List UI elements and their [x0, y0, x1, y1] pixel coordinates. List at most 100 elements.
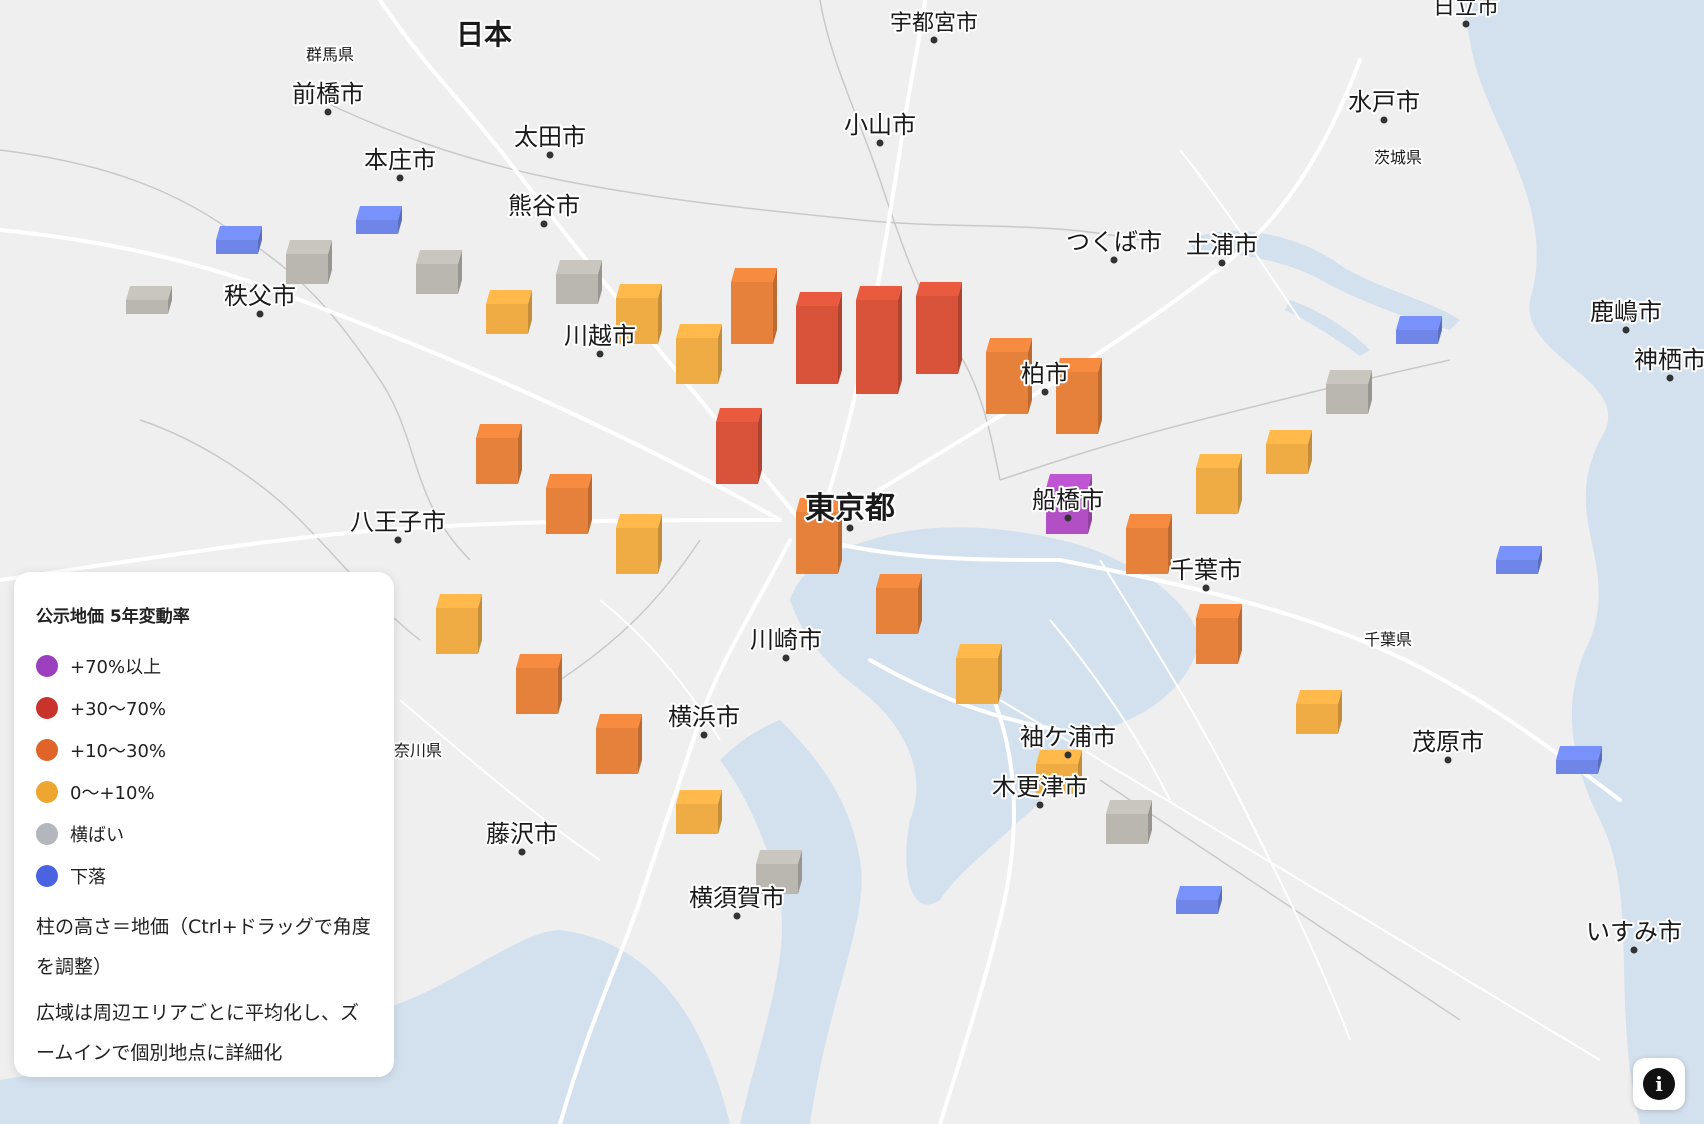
city-marker	[396, 174, 404, 182]
city-marker	[846, 524, 854, 532]
info-button[interactable]: i	[1633, 1058, 1685, 1110]
legend-item-plus10-30: +10〜30%	[36, 729, 372, 771]
price-column	[1326, 370, 1372, 414]
legend-item-plus70: +70%以上	[36, 645, 372, 687]
city-label: 横浜市	[668, 703, 740, 731]
price-column	[596, 714, 642, 774]
price-column	[716, 408, 762, 484]
price-column	[956, 644, 1002, 704]
city-label: 東京都	[805, 491, 895, 526]
city-marker	[876, 139, 884, 147]
legend-label: +70%以上	[70, 657, 162, 678]
legend-item-plus30-70: +30〜70%	[36, 687, 372, 729]
city-marker	[700, 731, 708, 739]
legend-item-down: 下落	[36, 855, 372, 897]
city-label: 神栖市	[1634, 346, 1704, 374]
city-marker	[1622, 326, 1630, 334]
legend-swatch-plus70	[36, 655, 58, 677]
city-marker	[546, 151, 554, 159]
city-marker	[1202, 584, 1210, 592]
city-label: 茂原市	[1412, 728, 1484, 756]
city-marker	[733, 912, 741, 920]
price-column	[676, 324, 722, 384]
city-label: 船橋市	[1032, 486, 1104, 514]
legend-swatch-flat	[36, 823, 58, 845]
city-marker	[596, 350, 604, 358]
city-label: 熊谷市	[508, 192, 580, 220]
city-label: 本庄市	[364, 146, 436, 174]
city-label: いすみ市	[1586, 918, 1682, 946]
city-label: 水戸市	[1348, 88, 1420, 116]
city-marker	[256, 310, 264, 318]
city-marker	[518, 848, 526, 856]
city-marker	[930, 36, 938, 44]
price-column	[436, 594, 482, 654]
city-marker	[324, 108, 332, 116]
city-label: 鹿嶋市	[1590, 298, 1662, 326]
city-label: 太田市	[514, 123, 586, 151]
legend-label: 0〜+10%	[70, 783, 155, 804]
city-marker	[1630, 946, 1638, 954]
city-marker	[1064, 514, 1072, 522]
price-column	[731, 268, 777, 344]
price-column	[1296, 690, 1342, 734]
city-label: つくば市	[1066, 228, 1162, 256]
city-label: 前橋市	[292, 80, 364, 108]
legend-panel: 公示地価 5年変動率 +70%以上 +30〜70% +10〜30% 0〜+10%…	[14, 572, 394, 1077]
city-label: 千葉市	[1170, 556, 1242, 584]
price-column	[1556, 746, 1602, 774]
city-label: 小山市	[844, 111, 916, 139]
city-marker	[394, 536, 402, 544]
price-column	[616, 514, 662, 574]
price-column	[556, 260, 602, 304]
city-label: 川崎市	[750, 626, 822, 654]
price-column	[856, 286, 902, 394]
price-column	[916, 282, 962, 374]
city-label: 宇都宮市	[890, 11, 978, 36]
legend-label: 横ばい	[70, 825, 124, 846]
city-label: 横須賀市	[689, 884, 785, 912]
legend-label: 下落	[70, 867, 106, 888]
price-column	[356, 206, 402, 234]
city-marker	[1036, 801, 1044, 809]
city-label: 藤沢市	[486, 820, 558, 848]
legend-swatch-zero-10	[36, 781, 58, 803]
price-column	[1126, 514, 1172, 574]
price-column	[1266, 430, 1312, 474]
prefecture-label: 奈川県	[394, 741, 442, 760]
city-marker	[1064, 751, 1072, 759]
price-column	[1196, 454, 1242, 514]
legend-swatch-plus30-70	[36, 697, 58, 719]
city-label: 土浦市	[1186, 231, 1258, 259]
legend-item-flat: 横ばい	[36, 813, 372, 855]
prefecture-label: 千葉県	[1364, 630, 1412, 649]
price-column	[1496, 546, 1542, 574]
price-column	[1196, 604, 1242, 664]
legend-swatch-plus10-30	[36, 739, 58, 761]
legend-swatch-down	[36, 865, 58, 887]
legend-label: +10〜30%	[70, 741, 166, 762]
city-label: 木更津市	[992, 773, 1088, 801]
price-column	[1176, 886, 1222, 914]
price-column	[416, 250, 462, 294]
city-marker	[782, 654, 790, 662]
price-column	[486, 290, 532, 334]
map-view[interactable]: 宇都宮市 日立市 群馬県 前橋市 水戸市 茨城県 太田市 小山市 本庄市 熊谷市 つくば市 土浦市 秩父…	[0, 0, 1704, 1124]
price-column	[476, 424, 522, 484]
city-label: 秩父市	[224, 282, 296, 310]
legend-note-aggregation: 広域は周辺エリアごとに平均化し、ズームインで個別地点に詳細化	[36, 1002, 360, 1064]
legend-item-zero-10: 0〜+10%	[36, 771, 372, 813]
city-label: 柏市	[1021, 360, 1069, 388]
prefecture-label: 群馬県	[306, 45, 354, 64]
price-column	[216, 226, 262, 254]
price-column	[796, 292, 842, 384]
city-label: 八王子市	[350, 508, 446, 536]
country-label: 日本	[456, 18, 512, 51]
city-label: 川越市	[564, 322, 636, 350]
price-column	[516, 654, 562, 714]
price-column	[1396, 316, 1442, 344]
legend-note-height: 柱の高さ＝地価（Ctrl+ドラッグで角度を調整）	[36, 916, 371, 978]
price-column	[126, 286, 172, 314]
city-marker	[1041, 388, 1049, 396]
legend-label: +30〜70%	[70, 699, 166, 720]
